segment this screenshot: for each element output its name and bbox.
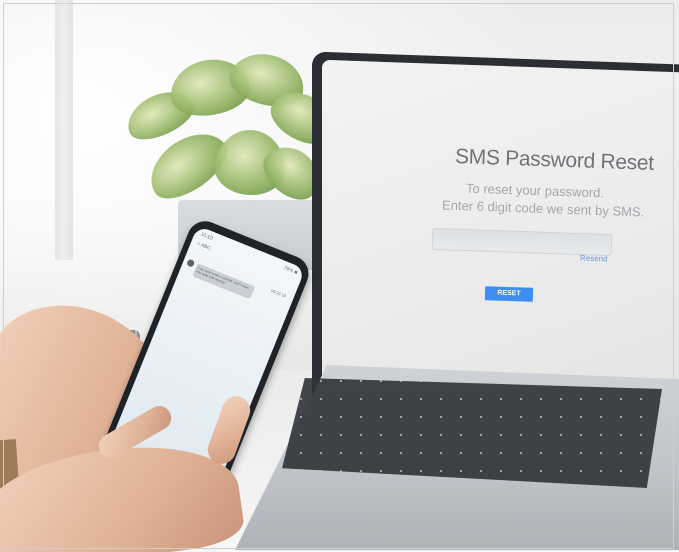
photo-scene: SMS Password Reset To reset your passwor… bbox=[0, 0, 679, 552]
image-border bbox=[3, 3, 674, 549]
